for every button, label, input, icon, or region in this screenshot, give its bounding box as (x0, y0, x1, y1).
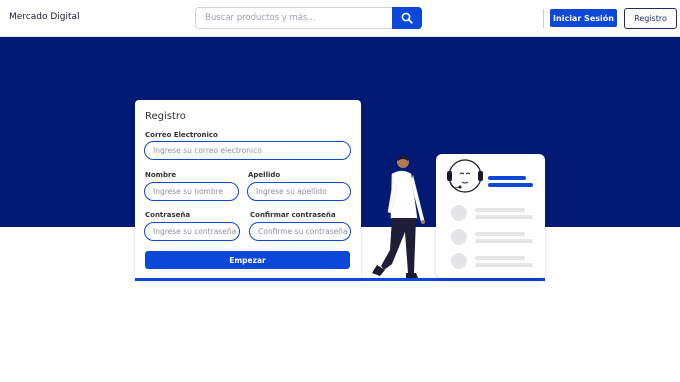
search-button[interactable] (392, 7, 422, 29)
first-name-label: Nombre (145, 171, 177, 179)
password-field[interactable] (144, 222, 240, 241)
profile-card-illustration (436, 154, 545, 278)
email-field[interactable] (144, 141, 351, 160)
search-bar (195, 7, 422, 29)
email-label: Correo Electronico (145, 131, 218, 139)
register-button[interactable]: Registro (624, 8, 677, 29)
nav-divider (543, 9, 544, 28)
confirm-password-field[interactable] (249, 222, 351, 241)
password-label: Contraseña (145, 211, 191, 219)
search-icon (401, 12, 413, 24)
top-navigation-bar: Mercado Digital Iniciar Sesión Registro (0, 0, 680, 37)
person-illustration (372, 155, 425, 278)
support-agent-illustration (447, 159, 533, 269)
confirm-password-label: Confirmar contraseña (250, 211, 336, 219)
first-name-field[interactable] (144, 182, 239, 201)
brand-logo[interactable]: Mercado Digital (9, 12, 80, 22)
last-name-field[interactable] (247, 182, 351, 201)
search-input[interactable] (196, 8, 392, 28)
registration-card: Registro Correo Electronico Nombre Apell… (135, 100, 361, 280)
login-button[interactable]: Iniciar Sesión (550, 9, 617, 27)
last-name-label: Apellido (248, 171, 281, 179)
form-title: Registro (145, 111, 186, 122)
submit-button[interactable]: Empezar (145, 251, 350, 269)
card-underline (135, 278, 545, 281)
